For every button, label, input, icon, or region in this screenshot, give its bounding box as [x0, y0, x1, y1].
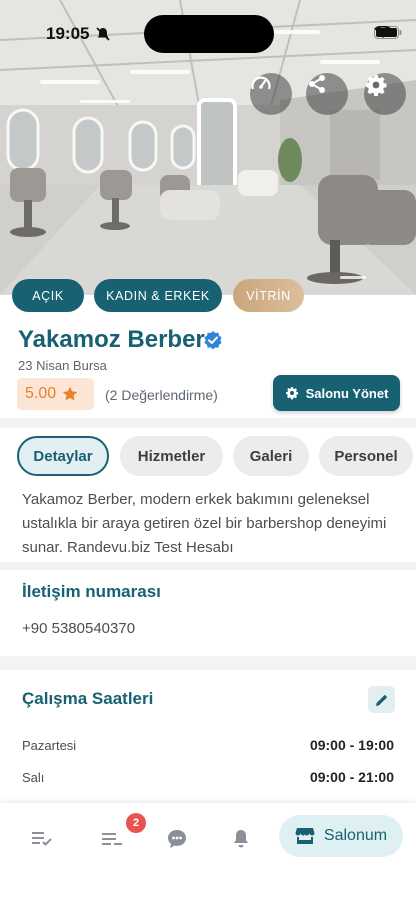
salon-description: Yakamoz Berber, modern erkek bakımını ge… [22, 491, 387, 556]
section-divider [0, 656, 416, 670]
store-icon [295, 828, 315, 844]
list-icon [102, 833, 122, 845]
tab-gallery[interactable]: Galeri [233, 436, 309, 476]
showcase-chip: VİTRİN [233, 279, 304, 312]
rating-value: 5.00 [25, 385, 57, 402]
day-hours: 09:00 - 19:00 [309, 737, 394, 753]
manage-salon-label: Salonu Yönet [305, 385, 389, 401]
salon-cover-photo: 19:05 [0, 0, 416, 295]
chat-bubble-icon [168, 830, 186, 848]
salon-address: 23 Nisan Bursa [18, 358, 107, 373]
nav-my-salon-label: Salonum [323, 827, 388, 844]
open-status-chip: AÇIK [12, 279, 84, 312]
notification-count-badge: 2 [126, 813, 146, 833]
reviews-link[interactable]: (2 Değerlendirme) [105, 387, 218, 403]
salon-name: Yakamoz Berber [18, 326, 205, 353]
nav-messages[interactable] [165, 827, 189, 851]
checklist-icon [32, 832, 52, 846]
tab-staff[interactable]: Personel [319, 436, 413, 476]
manage-salon-button[interactable]: Salonu Yönet [273, 375, 400, 411]
bottom-navigation: 2 Salonum [0, 803, 416, 900]
contact-title: İletişim numarası [22, 582, 161, 601]
day-hours: 09:00 - 21:00 [309, 769, 394, 785]
verified-badge-icon [204, 331, 222, 350]
image-pager-indicator [340, 276, 366, 279]
tab-details[interactable]: Detaylar [17, 436, 109, 476]
nav-notifications[interactable] [229, 827, 253, 851]
day-label: Pazartesi [22, 738, 77, 753]
bell-muted-icon [96, 27, 110, 41]
speedometer-icon [251, 76, 271, 90]
section-divider [0, 418, 416, 428]
edit-hours-button[interactable] [368, 686, 395, 713]
gender-chip: KADIN & ERKEK [94, 279, 222, 312]
settings-button[interactable] [364, 73, 406, 115]
speedometer-button[interactable] [250, 73, 292, 115]
day-label: Salı [22, 770, 45, 785]
bell-icon [234, 830, 248, 848]
pencil-icon [375, 694, 387, 706]
dynamic-island [144, 15, 274, 53]
battery-icon [374, 26, 402, 39]
share-button[interactable] [306, 73, 348, 115]
nav-tasks[interactable] [30, 827, 54, 851]
status-time: 19:05 [46, 24, 90, 43]
share-icon [309, 75, 325, 93]
nav-appointments[interactable] [100, 827, 124, 851]
gear-icon [285, 387, 298, 400]
working-hours-title: Çalışma Saatleri [22, 689, 154, 708]
rating-badge: 5.00 [17, 378, 94, 410]
nav-my-salon[interactable]: Salonum [279, 815, 403, 857]
tab-services[interactable]: Hizmetler [120, 436, 223, 476]
contact-phone[interactable]: +90 5380540370 [22, 620, 135, 637]
gear-icon [366, 75, 387, 96]
status-bar: 19:05 [0, 0, 416, 60]
star-icon [62, 386, 78, 401]
section-divider [0, 562, 416, 570]
